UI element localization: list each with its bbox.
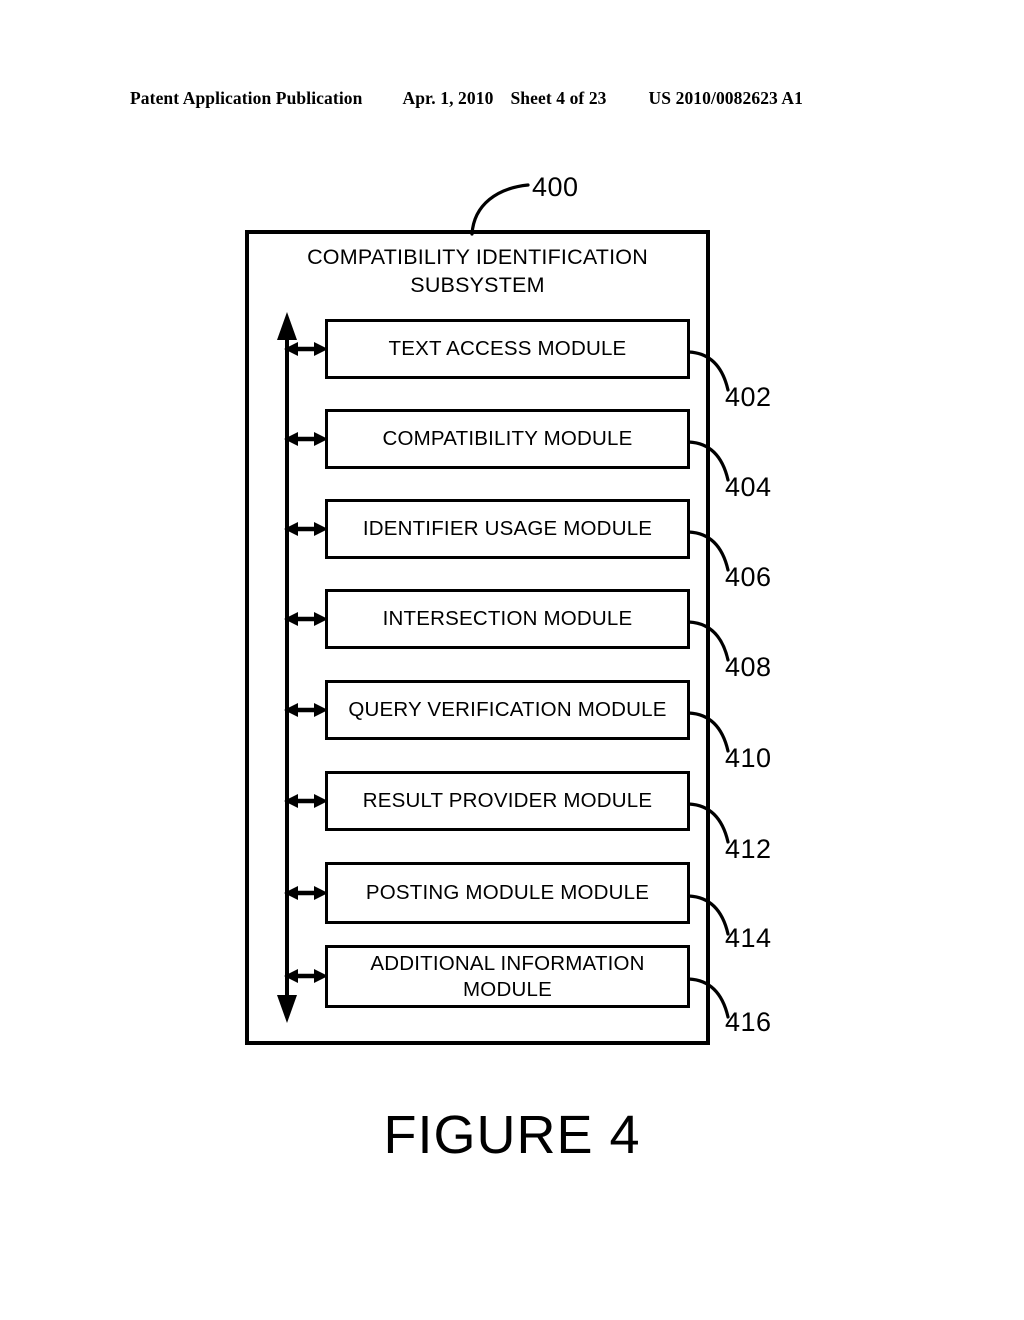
figure-caption: FIGURE 4: [383, 1105, 641, 1165]
connector-arrow-result-provider: [284, 794, 328, 808]
subsystem-title: COMPATIBILITY IDENTIFICATION SUBSYSTEM: [307, 245, 648, 297]
reference-number-410: 410: [725, 743, 772, 773]
module-label: INTERSECTION MODULE: [382, 607, 633, 630]
module-label: POSTING MODULE MODULE: [365, 881, 650, 904]
module-label: COMPATIBILITY MODULE: [382, 427, 633, 450]
module-box-compatibility[interactable]: COMPATIBILITY MODULE: [325, 409, 690, 469]
module-box-posting[interactable]: POSTING MODULE MODULE: [325, 862, 690, 924]
reference-number-416: 416: [725, 1007, 772, 1037]
reference-number-412: 412: [725, 834, 772, 864]
connector-arrow-posting: [284, 886, 328, 900]
module-box-intersection[interactable]: INTERSECTION MODULE: [325, 589, 690, 649]
connector-arrow-text-access: [284, 342, 328, 356]
reference-number-402: 402: [725, 382, 772, 412]
module-label: ADDITIONAL INFORMATION MODULE: [370, 951, 645, 1001]
reference-number-406: 406: [725, 562, 772, 592]
module-box-additional-information[interactable]: ADDITIONAL INFORMATION MODULE: [325, 945, 690, 1008]
connector-arrow-compatibility: [284, 432, 328, 446]
module-label: IDENTIFIER USAGE MODULE: [362, 517, 653, 540]
connector-arrow-additional-information: [284, 969, 328, 983]
module-box-identifier-usage[interactable]: IDENTIFIER USAGE MODULE: [325, 499, 690, 559]
reference-number-400: 400: [532, 172, 579, 202]
module-label: QUERY VERIFICATION MODULE: [348, 698, 667, 721]
connector-arrow-identifier-usage: [284, 522, 328, 536]
module-box-text-access[interactable]: TEXT ACCESS MODULE: [325, 319, 690, 379]
internal-bus-line: [277, 312, 297, 1023]
reference-number-414: 414: [725, 923, 772, 953]
module-box-result-provider[interactable]: RESULT PROVIDER MODULE: [325, 771, 690, 831]
reference-number-408: 408: [725, 652, 772, 682]
module-box-query-verification[interactable]: QUERY VERIFICATION MODULE: [325, 680, 690, 740]
module-label: TEXT ACCESS MODULE: [388, 337, 627, 360]
module-label: RESULT PROVIDER MODULE: [362, 789, 653, 812]
reference-number-404: 404: [725, 472, 772, 502]
connector-arrow-intersection: [284, 612, 328, 626]
connector-arrow-query-verification: [284, 703, 328, 717]
